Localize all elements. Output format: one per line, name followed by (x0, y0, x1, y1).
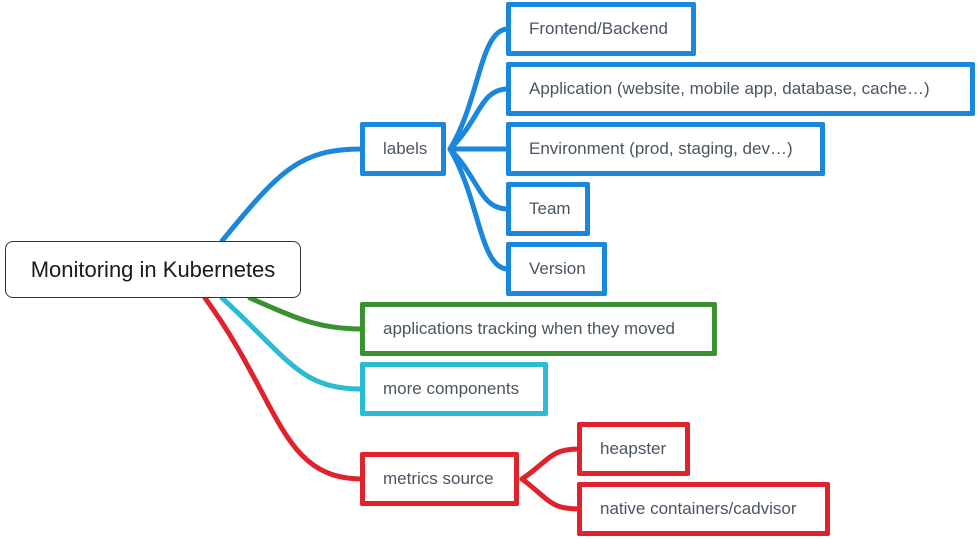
node-frontend-backend[interactable]: Frontend/Backend (506, 2, 696, 56)
node-application-label: Application (website, mobile app, databa… (529, 79, 930, 98)
connector-root-tracking (247, 295, 365, 332)
node-applications-tracking-label: applications tracking when they moved (383, 319, 675, 338)
connector-metrics-native (519, 476, 582, 512)
node-version[interactable]: Version (506, 242, 607, 296)
node-metrics-source-label: metrics source (383, 469, 494, 488)
node-environment[interactable]: Environment (prod, staging, dev…) (506, 122, 825, 176)
node-native-containers-label: native containers/cadvisor (600, 499, 797, 518)
node-labels[interactable]: labels (360, 122, 446, 176)
connector-root-labels (219, 146, 365, 244)
connector-root-components (219, 295, 365, 392)
node-heapster[interactable]: heapster (577, 422, 690, 476)
root-node[interactable]: Monitoring in Kubernetes (5, 241, 301, 298)
connector-labels-team (447, 146, 511, 212)
node-applications-tracking[interactable]: applications tracking when they moved (360, 302, 717, 356)
node-more-components[interactable]: more components (360, 362, 548, 416)
node-version-label: Version (529, 259, 586, 278)
node-native-containers[interactable]: native containers/cadvisor (577, 482, 830, 536)
node-metrics-source[interactable]: metrics source (360, 452, 519, 506)
root-node-label: Monitoring in Kubernetes (30, 256, 276, 282)
node-environment-label: Environment (prod, staging, dev…) (529, 139, 793, 158)
node-team[interactable]: Team (506, 182, 590, 236)
node-application[interactable]: Application (website, mobile app, databa… (506, 62, 975, 116)
connector-labels-application (447, 86, 511, 152)
node-more-components-label: more components (383, 379, 520, 398)
node-heapster-label: heapster (600, 439, 667, 458)
node-labels-label: labels (383, 139, 428, 158)
node-frontend-backend-label: Frontend/Backend (529, 19, 668, 38)
connector-metrics-heapster (519, 446, 582, 482)
node-team-label: Team (529, 199, 571, 218)
